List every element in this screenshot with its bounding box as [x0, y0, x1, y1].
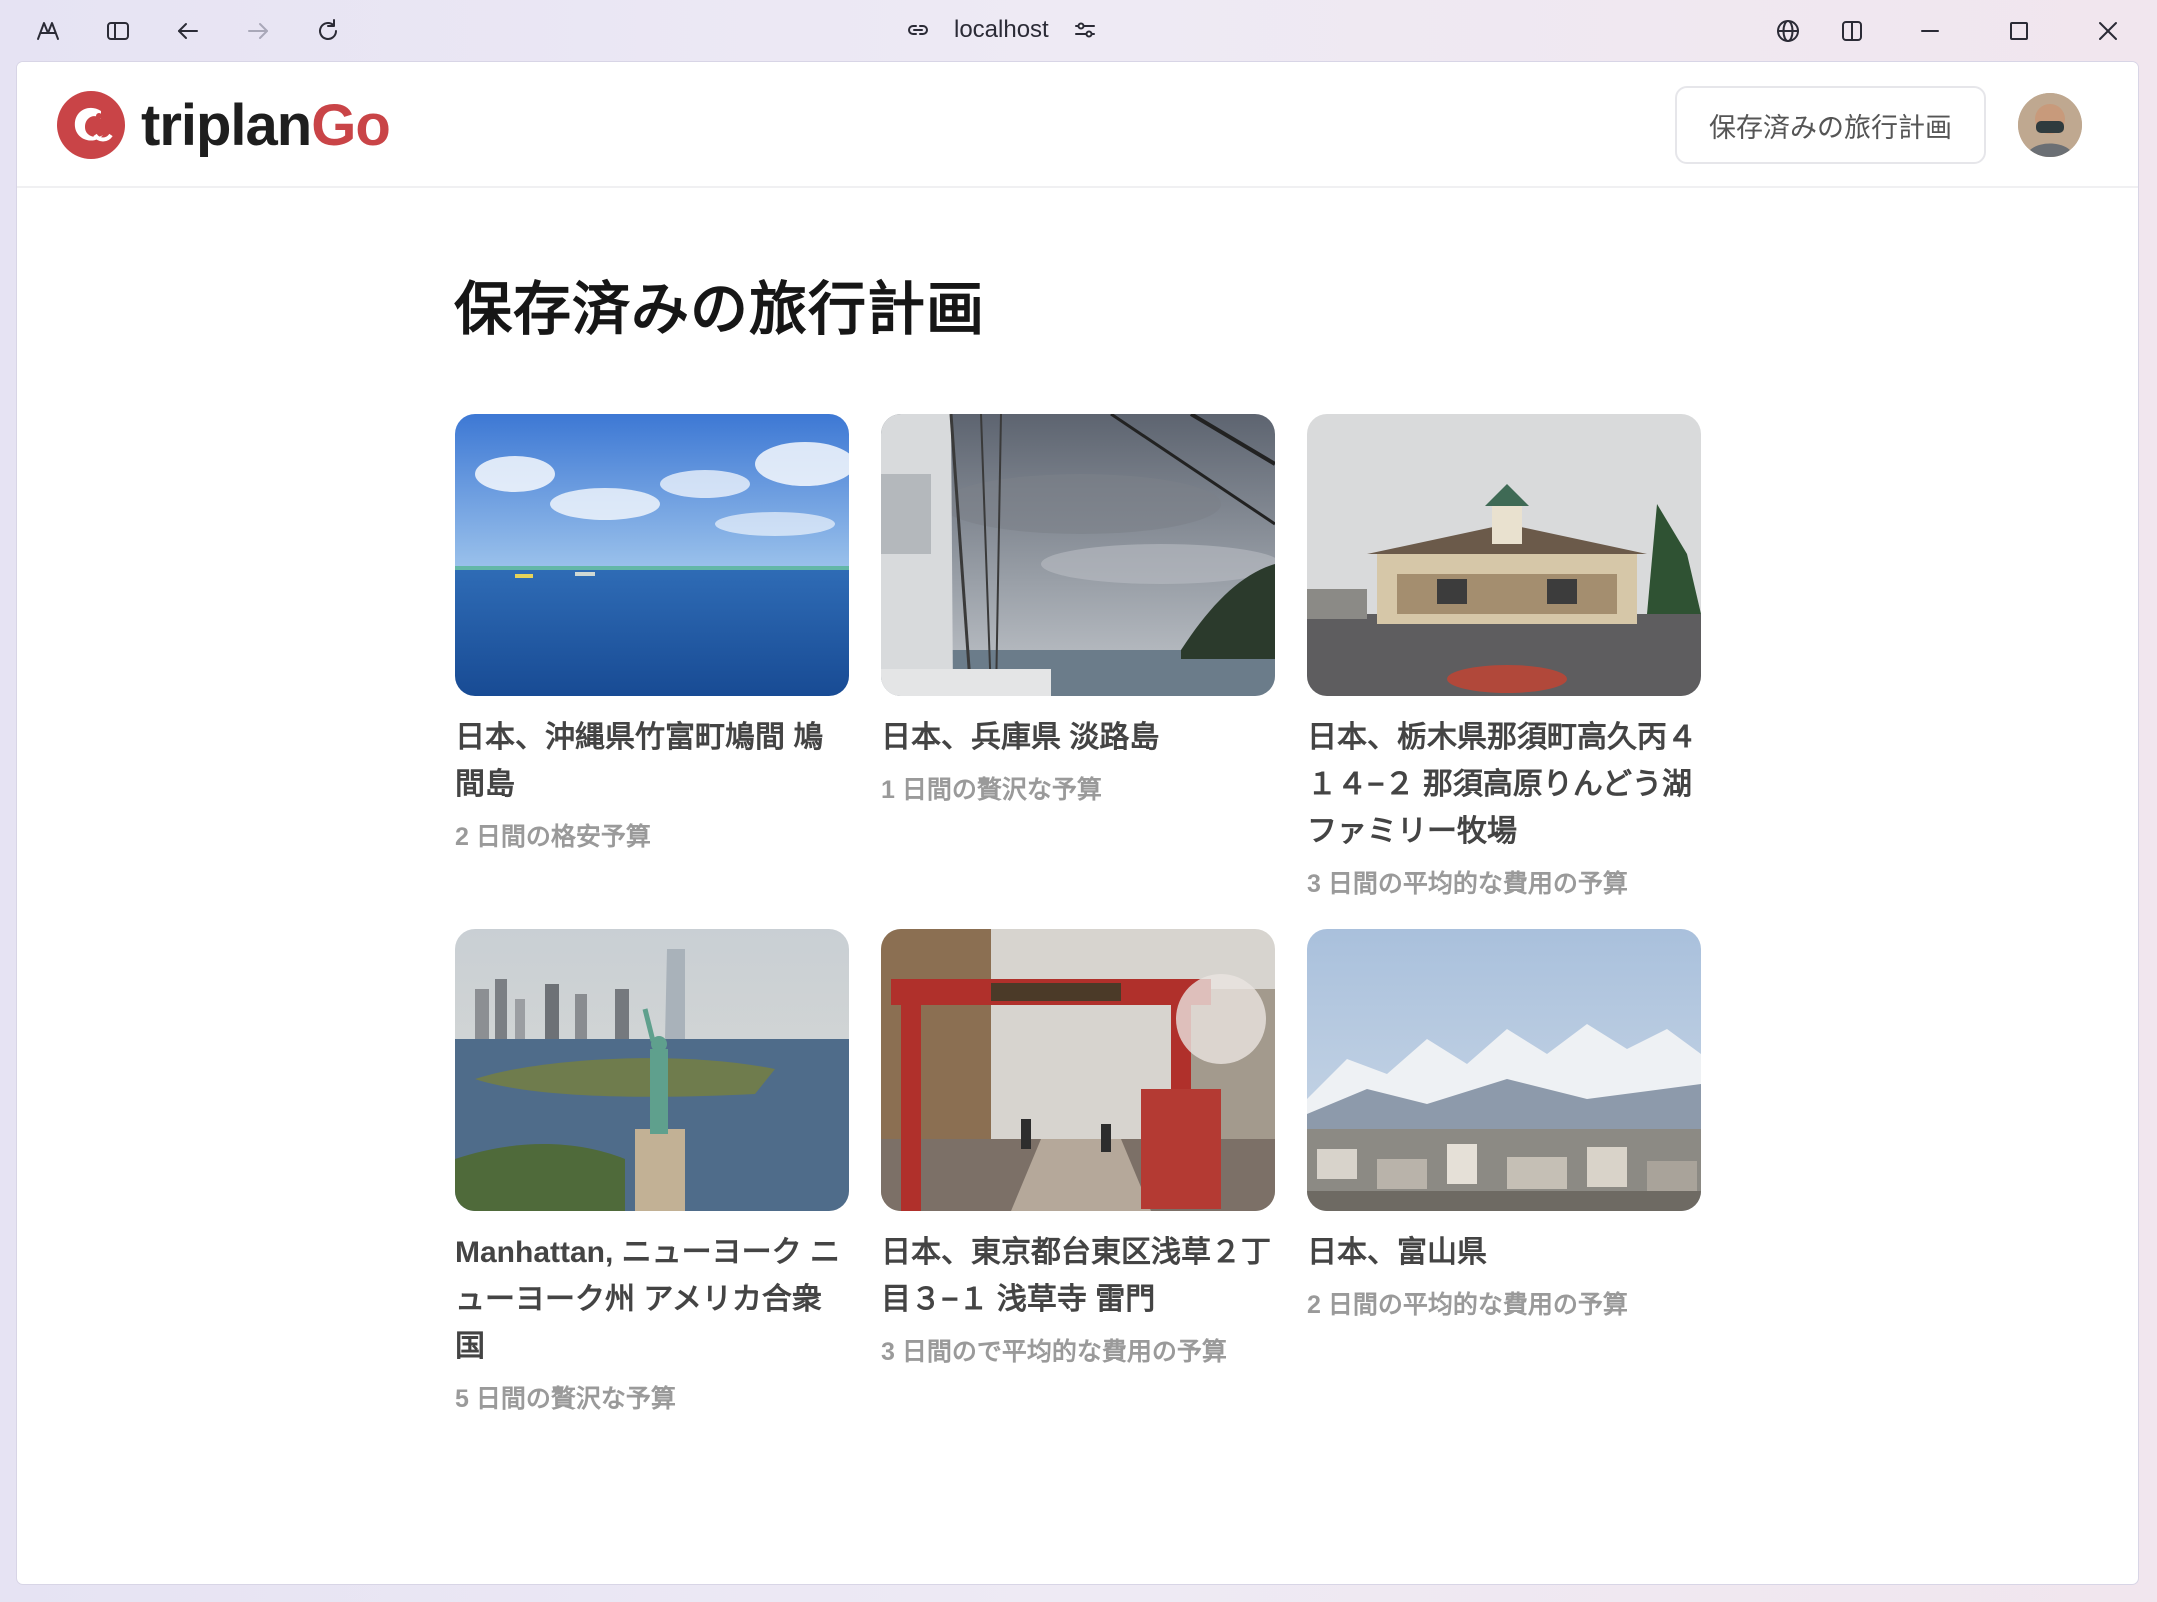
address-bar[interactable]: localhost: [900, 10, 1140, 50]
maximize-icon[interactable]: [2001, 13, 2037, 49]
flamingo-logo-icon[interactable]: [55, 89, 127, 161]
logo-text-triplan: triplan: [141, 93, 312, 158]
split-view-icon[interactable]: [1834, 13, 1870, 49]
logo-wordmark[interactable]: triplanGo: [141, 93, 391, 158]
globe-icon[interactable]: [1770, 13, 1806, 49]
trip-thumbnail-toyama[interactable]: [1307, 929, 1701, 1211]
close-icon[interactable]: [2090, 13, 2126, 49]
trip-card-grid: 日本、沖縄県竹富町鳩間 鳩間島 2 日間の格安予算 日本、兵庫県 淡路島 1 日…: [455, 414, 1725, 1416]
trip-card-title[interactable]: 日本、沖縄県竹富町鳩間 鳩間島: [455, 714, 849, 808]
trip-card[interactable]: 日本、兵庫県 淡路島 1 日間の贅沢な予算: [881, 414, 1275, 901]
trip-card-title[interactable]: 日本、兵庫県 淡路島: [881, 714, 1275, 761]
user-avatar[interactable]: [2018, 93, 2082, 157]
trip-card-subtitle: 3 日間ので平均的な費用の予算: [881, 1338, 1227, 1366]
trip-card[interactable]: 日本、栃木県那須町高久丙４１４−２ 那須高原りんどう湖ファミリー牧場 3 日間の…: [1307, 414, 1701, 901]
browser-app-icon[interactable]: [30, 13, 66, 49]
site-header: triplanGo 保存済みの旅行計画: [17, 62, 2138, 188]
trip-card[interactable]: Manhattan, ニューヨーク ニューヨーク州 アメリカ合衆国 5 日間の贅…: [455, 929, 849, 1416]
page-viewport: triplanGo 保存済みの旅行計画 保存済みの旅行計画 日本、沖縄県竹富町鳩…: [17, 62, 2138, 1584]
sidebar-toggle-icon[interactable]: [100, 13, 136, 49]
page-title: 保存済みの旅行計画: [454, 277, 986, 342]
trip-card-title[interactable]: 日本、栃木県那須町高久丙４１４−２ 那須高原りんどう湖ファミリー牧場: [1307, 714, 1701, 855]
logo-text-go: Go: [311, 93, 391, 158]
trip-card-title[interactable]: Manhattan, ニューヨーク ニューヨーク州 アメリカ合衆国: [455, 1229, 849, 1370]
trip-thumbnail-manhattan[interactable]: [455, 929, 849, 1211]
trip-card-subtitle: 5 日間の贅沢な予算: [455, 1385, 676, 1413]
reload-icon[interactable]: [310, 13, 346, 49]
trip-card-subtitle: 1 日間の贅沢な予算: [881, 776, 1102, 804]
trip-card[interactable]: 日本、東京都台東区浅草２丁目３−１ 浅草寺 雷門 3 日間ので平均的な費用の予算: [881, 929, 1275, 1416]
back-arrow-icon[interactable]: [170, 13, 206, 49]
trip-card-subtitle: 2 日間の格安予算: [455, 823, 651, 851]
site-settings-icon[interactable]: [1067, 12, 1103, 48]
trip-card-subtitle: 3 日間の平均的な費用の予算: [1307, 870, 1628, 898]
trip-card-title[interactable]: 日本、東京都台東区浅草２丁目３−１ 浅草寺 雷門: [881, 1229, 1275, 1323]
browser-chrome: localhost: [0, 0, 2157, 62]
trip-thumbnail-ship[interactable]: [881, 414, 1275, 696]
trip-card-title[interactable]: 日本、富山県: [1307, 1229, 1701, 1276]
link-icon: [900, 12, 936, 48]
address-url[interactable]: localhost: [954, 16, 1049, 44]
forward-arrow-icon[interactable]: [240, 13, 276, 49]
trip-thumbnail-station[interactable]: [1307, 414, 1701, 696]
trip-card[interactable]: 日本、富山県 2 日間の平均的な費用の予算: [1307, 929, 1701, 1416]
trip-thumbnail-kaminarimon[interactable]: [881, 929, 1275, 1211]
trip-thumbnail-ocean[interactable]: [455, 414, 849, 696]
trip-card[interactable]: 日本、沖縄県竹富町鳩間 鳩間島 2 日間の格安予算: [455, 414, 849, 901]
trip-card-subtitle: 2 日間の平均的な費用の予算: [1307, 1291, 1628, 1319]
saved-plans-button[interactable]: 保存済みの旅行計画: [1675, 86, 1986, 164]
minimize-icon[interactable]: [1912, 13, 1948, 49]
